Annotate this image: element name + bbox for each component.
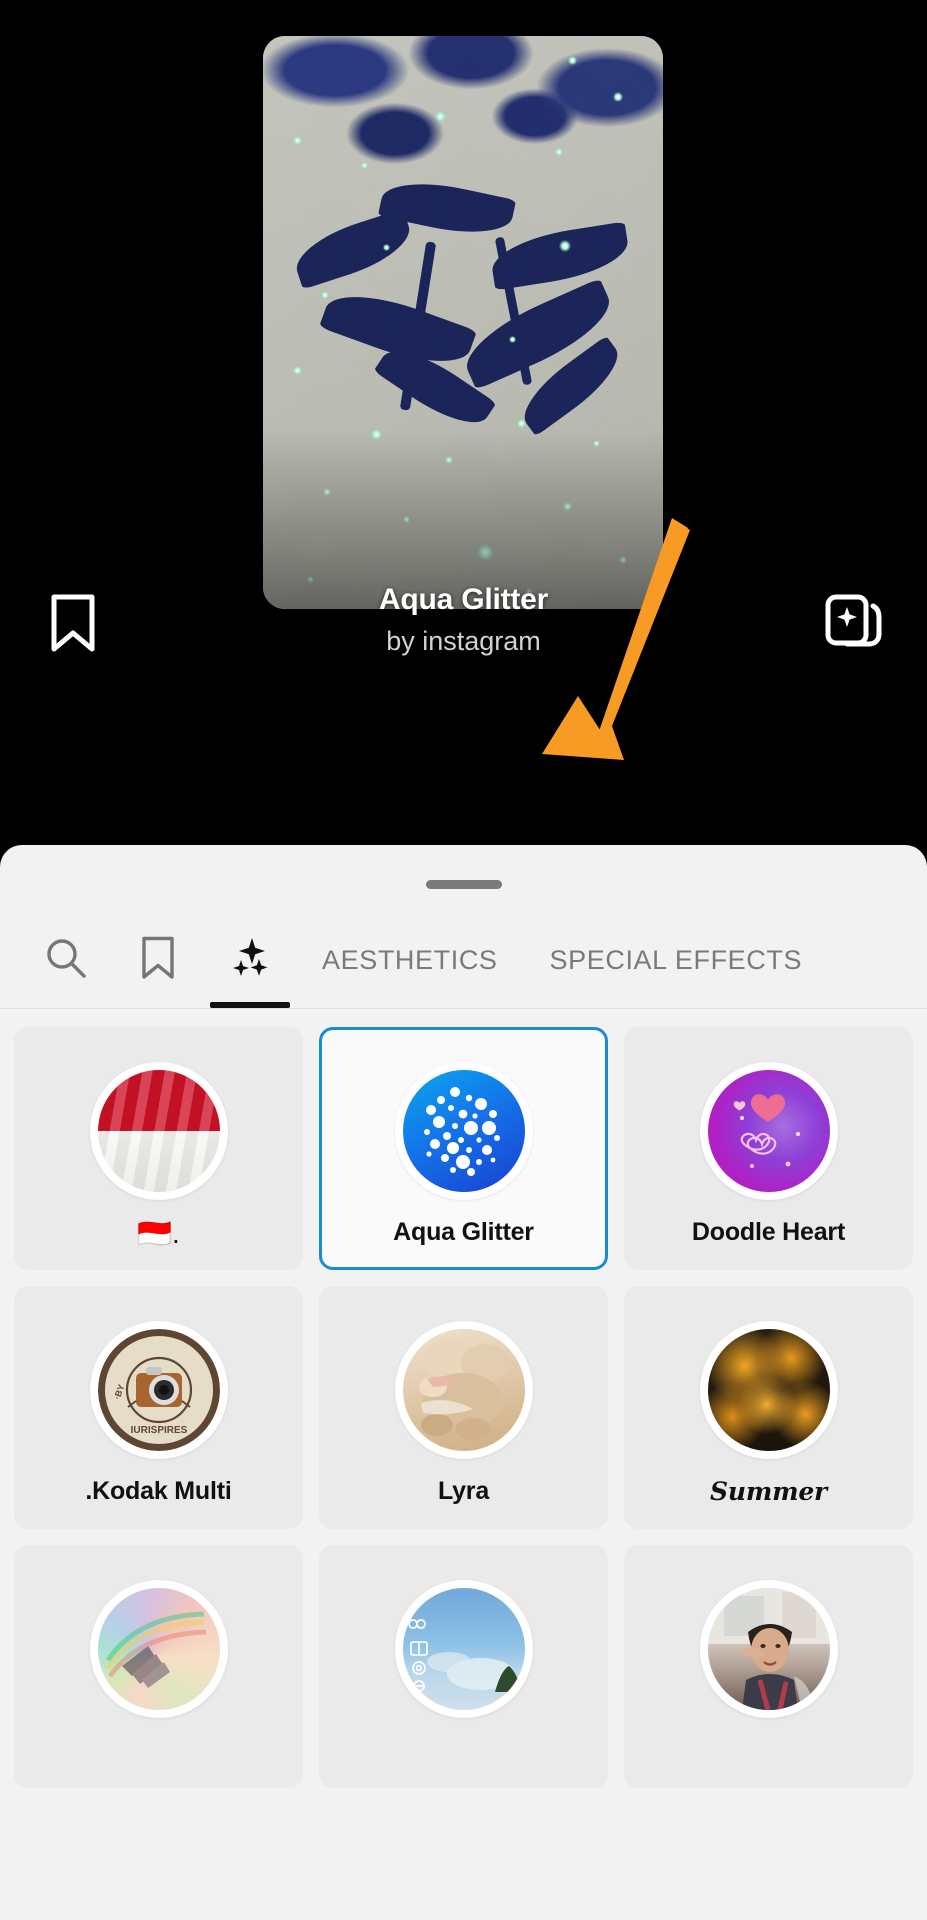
add-to-story-icon[interactable] [823, 592, 885, 654]
effect-card[interactable]: Lyra [319, 1286, 608, 1529]
effect-card[interactable]: 🇮🇩. [14, 1027, 303, 1270]
tab-label: AESTHETICS [322, 944, 498, 975]
effect-card[interactable] [319, 1545, 608, 1788]
effect-thumbnail [89, 1580, 228, 1718]
effect-author: by instagram [386, 626, 541, 656]
svg-text:·BY: ·BY [111, 1383, 126, 1401]
effect-card-selected[interactable]: Aqua Glitter [319, 1027, 608, 1270]
bookmark-icon [141, 936, 175, 985]
effect-card[interactable] [14, 1545, 303, 1788]
effect-card-label: Doodle Heart [691, 1218, 846, 1246]
effects-tabbar: AESTHETICS SPECIAL EFFECTS [0, 913, 927, 1009]
effects-bottom-sheet: AESTHETICS SPECIAL EFFECTS 🇮🇩. Aqua Glit… [0, 845, 927, 1920]
tab-label: SPECIAL EFFECTS [549, 944, 803, 975]
tab-underline [210, 1002, 290, 1008]
effect-preview-stage: Aqua Glitter by instagram [0, 0, 927, 845]
effect-thumbnail [394, 1321, 533, 1459]
tab-effects[interactable] [204, 912, 296, 1008]
effect-card[interactable]: Doodle Heart [624, 1027, 913, 1270]
tab-special-effects[interactable]: SPECIAL EFFECTS [524, 912, 829, 1008]
effect-thumbnail [699, 1580, 838, 1718]
effect-thumbnail [394, 1580, 533, 1718]
effect-title: Aqua Glitter [378, 583, 549, 616]
effect-card-label: .Kodak Multi [85, 1477, 232, 1505]
effect-card[interactable]: IURISPIRES ·BY .Kodak Multi [14, 1286, 303, 1529]
search-icon [45, 937, 87, 984]
effect-thumbnail: IURISPIRES ·BY [89, 1321, 228, 1459]
sheet-drag-handle[interactable] [425, 880, 502, 889]
effect-card[interactable] [624, 1545, 913, 1788]
preview-gradient-overlay [263, 429, 663, 609]
svg-text:IURISPIRES: IURISPIRES [130, 1425, 187, 1436]
effect-card-label: Summer [709, 1477, 827, 1506]
tab-search[interactable] [20, 912, 112, 1008]
effect-preview-card[interactable] [263, 36, 663, 609]
effect-card-label: Lyra [437, 1477, 490, 1505]
sparkles-icon [226, 934, 274, 987]
effect-card-label: Aqua Glitter [393, 1218, 534, 1246]
tab-aesthetics[interactable]: AESTHETICS [296, 912, 524, 1008]
effect-thumbnail [699, 1321, 838, 1459]
effect-card[interactable]: Summer [624, 1286, 913, 1529]
effect-thumbnail [699, 1062, 838, 1200]
effect-thumbnail [394, 1062, 533, 1200]
tab-saved[interactable] [112, 912, 204, 1008]
effect-thumbnail [89, 1062, 228, 1200]
effect-card-label: 🇮🇩. [137, 1218, 180, 1249]
effects-grid: 🇮🇩. Aqua Glitter Doodle Heart IURISPIRES… [0, 1009, 927, 1788]
instagram-effects-screen: Aqua Glitter by instagram AESTHETICS SPE… [0, 0, 927, 1920]
bookmark-icon[interactable] [44, 592, 102, 654]
